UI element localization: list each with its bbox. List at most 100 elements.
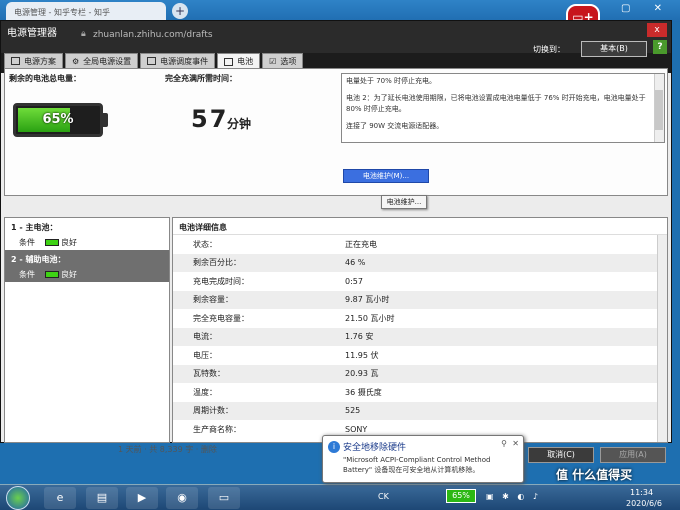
charge-time-label: 完全充满所需时间： [165,74,237,83]
apply-button[interactable]: 应用(A) [600,447,666,463]
detail-value: 20.93 瓦 [345,369,379,379]
table-row: 剩余百分比： 46 % [173,253,667,272]
battery-1-condition: 条件 良好 [5,234,169,250]
condition-value: 良好 [61,269,77,279]
input-language[interactable]: CK [378,492,389,501]
clock-time[interactable]: 11:34 [630,488,653,497]
condition-label: 条件 [19,237,35,247]
details-rows: 状态： 正在充电 剩余百分比： 46 % 充电完成时间： 0:57 剩余容量： 9.87… [173,235,667,439]
pin-icon[interactable]: ⚲ [501,439,507,448]
message-line: 电池 2：为了延长电池使用期限，已将电池设置成电池电量低于 76% 时开始充电，… [346,94,646,113]
title-bar: 电源管理器 🔒︎ zhuanlan.zhihu.com/drafts x [1,21,671,53]
detail-key: 剩余百分比： [193,258,241,268]
close-button[interactable]: x [647,23,667,37]
tray-icons[interactable]: ▣ ✱ ◐ ♪ [486,492,541,501]
table-row: 充电完成时间： 0:57 [173,272,667,291]
detail-value: SONY [345,424,368,434]
window-title: 电源管理器 [7,28,57,39]
detail-key: 充电完成时间： [193,276,249,286]
notification-title: 安全地移除硬件 [343,443,407,453]
tooltip: 电池维护... [381,195,427,209]
battery-gauge: 65% [13,103,103,137]
info-icon: i [328,441,340,453]
window-controls[interactable]: — ▢ ✕ [588,3,672,14]
battery-terminal [103,113,108,127]
ie-icon[interactable]: e [44,487,76,509]
table-row: 状态： 正在充电 [173,235,667,254]
notification-balloon[interactable]: i ⚲ ✕ 安全地移除硬件 "Microsoft ACPI-Compliant … [322,435,524,483]
tab-battery[interactable]: 电池 [217,53,261,69]
status-messages[interactable]: 电量处于 70% 时停止充电。 电池 2：为了延长电池使用期限，已将电池设置成电… [341,73,665,143]
details-header: 电池详细信息 [173,218,667,235]
calendar-icon [147,57,157,65]
tab-label: 电源方案 [24,56,56,66]
remaining-label: 剩余的电池总电量： [9,74,81,83]
scrollbar-thumb[interactable] [655,90,663,130]
battery-icon [45,238,59,246]
detail-value: 46 % [345,258,366,268]
basic-mode-button[interactable]: 基本(B) [581,41,647,57]
battery-maintenance-button[interactable]: 电池维护(M)... [343,169,429,183]
tab-options[interactable]: ☑ 选项 [262,53,304,68]
start-button[interactable] [6,486,30,510]
message-line: 电量处于 70% 时停止充电。 [346,77,437,85]
media-player-icon[interactable]: ▶ [126,487,158,509]
detail-value: 9.87 瓦小时 [345,295,390,305]
tab-label: 全局电源设置 [83,56,132,66]
article-stats: 1 天前 · 共 8,339 字 · 删除 [118,445,217,454]
document-icon [11,57,20,65]
table-row: 电流： 1.76 安 [173,327,667,346]
gear-icon: ⚙ [72,56,80,66]
charge-time-unit: 分钟 [227,117,252,131]
tab-label: 电池 [237,57,254,66]
detail-key: 生产商名称： [193,424,241,434]
table-row: 完全充电容量： 21.50 瓦小时 [173,309,667,328]
tab-power-plans[interactable]: 电源方案 [4,53,63,68]
detail-value: 36 摄氏度 [345,387,382,397]
notification-text: "Microsoft ACPI-Compliant Control Method… [343,456,491,474]
folder-icon[interactable]: ▤ [86,487,118,509]
browser-tab[interactable]: 电源管理 - 知乎专栏 - 知乎 [6,2,166,22]
detail-value: 1.76 安 [345,332,374,342]
table-row: 瓦特数： 20.93 瓦 [173,364,667,383]
battery-summary-panel: 剩余的电池总电量： 65% 完全充满所需时间： 57 分钟 电量处于 70% 时… [4,68,668,209]
detail-key: 周期计数： [193,406,233,416]
url-text: zhuanlan.zhihu.com/drafts [93,30,213,40]
detail-key: 电流： [193,332,217,342]
tab-schedule[interactable]: 电源调度事件 [140,53,216,68]
detail-value: 11.95 伏 [345,350,379,360]
battery-list: 1 - 主电池： 条件 良好 2 - 辅助电池： 条件 良好 [4,217,170,443]
new-tab-button[interactable]: + [172,3,188,19]
chrome-icon[interactable]: ◉ [166,487,198,509]
table-row: 周期计数： 525 [173,401,667,420]
detail-key: 电压： [193,350,217,360]
battery-2-title[interactable]: 2 - 辅助电池： [5,250,169,266]
detail-key: 完全充电容量： [193,313,249,323]
checkbox-icon: ☑ [269,56,277,66]
charge-time-value: 57 [191,105,229,133]
detail-value: 0:57 [345,276,363,286]
scrollbar[interactable] [657,235,667,442]
battery-app-icon[interactable]: ▭ [208,487,240,509]
message-line: 连接了 90W 交流电源适配器。 [346,122,444,130]
battery-2-condition: 条件 良好 [5,266,169,282]
tab-global-settings[interactable]: ⚙ 全局电源设置 [65,53,139,68]
condition-value: 良好 [61,237,77,247]
tray-battery-icon[interactable]: 65% [446,489,476,503]
scrollbar[interactable] [654,74,664,142]
tab-strip: 电源方案 ⚙ 全局电源设置 电源调度事件 电池 ☑ 选项 [4,53,305,69]
battery-icon [224,57,234,66]
detail-key: 瓦特数： [193,369,225,379]
taskbar: e ▤ ▶ ◉ ▭ CK 65% ▣ ✱ ◐ ♪ 11:34 2020/6/6 [0,484,680,510]
help-icon[interactable]: ? [653,40,667,54]
clock-date[interactable]: 2020/6/6 [626,499,662,508]
cancel-button[interactable]: 取消(C) [528,447,594,463]
battery-details: 电池详细信息 状态： 正在充电 剩余百分比： 46 % 充电完成时间： 0:57 剩余… [172,217,668,443]
detail-key: 状态： [193,239,217,249]
table-row: 温度： 36 摄氏度 [173,383,667,402]
detail-key: 温度： [193,387,217,397]
battery-1-title[interactable]: 1 - 主电池： [5,218,169,234]
detail-value: 525 [345,406,361,416]
switch-label: 切换到： [533,45,565,54]
close-icon[interactable]: ✕ [512,439,519,448]
